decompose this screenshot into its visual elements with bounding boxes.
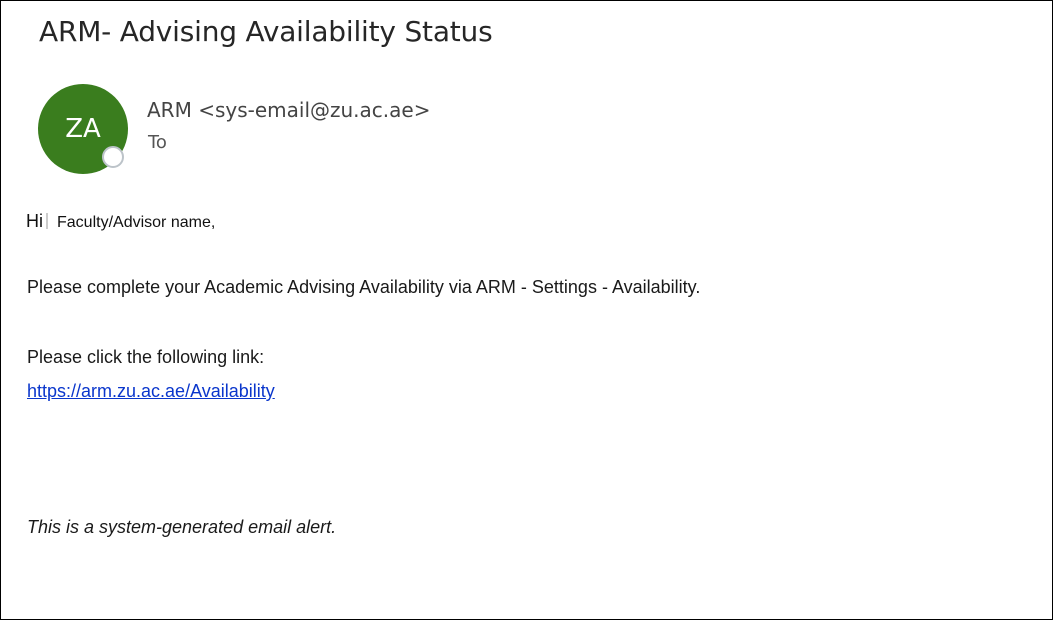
email-window: ARM- Advising Availability Status ZA ARM… [0,0,1053,620]
redaction-mark [46,213,48,229]
sender-address[interactable]: ARM <sys-email@zu.ac.ae> [147,98,430,122]
to-label[interactable]: To [148,132,167,153]
presence-status-icon [102,146,124,168]
availability-link[interactable]: https://arm.zu.ac.ae/Availability [27,381,275,402]
greeting-line: Hi Faculty/Advisor name, [26,211,215,232]
footer-text: This is a system-generated email alert. [27,517,337,537]
click-prompt-text: Please click the following link: [27,347,265,367]
greeting-name: Faculty/Advisor name, [57,214,216,231]
greeting-hi: Hi [26,211,43,231]
instruction-text: Please complete your Academic Advising A… [27,277,701,297]
email-subject: ARM- Advising Availability Status [39,15,493,48]
